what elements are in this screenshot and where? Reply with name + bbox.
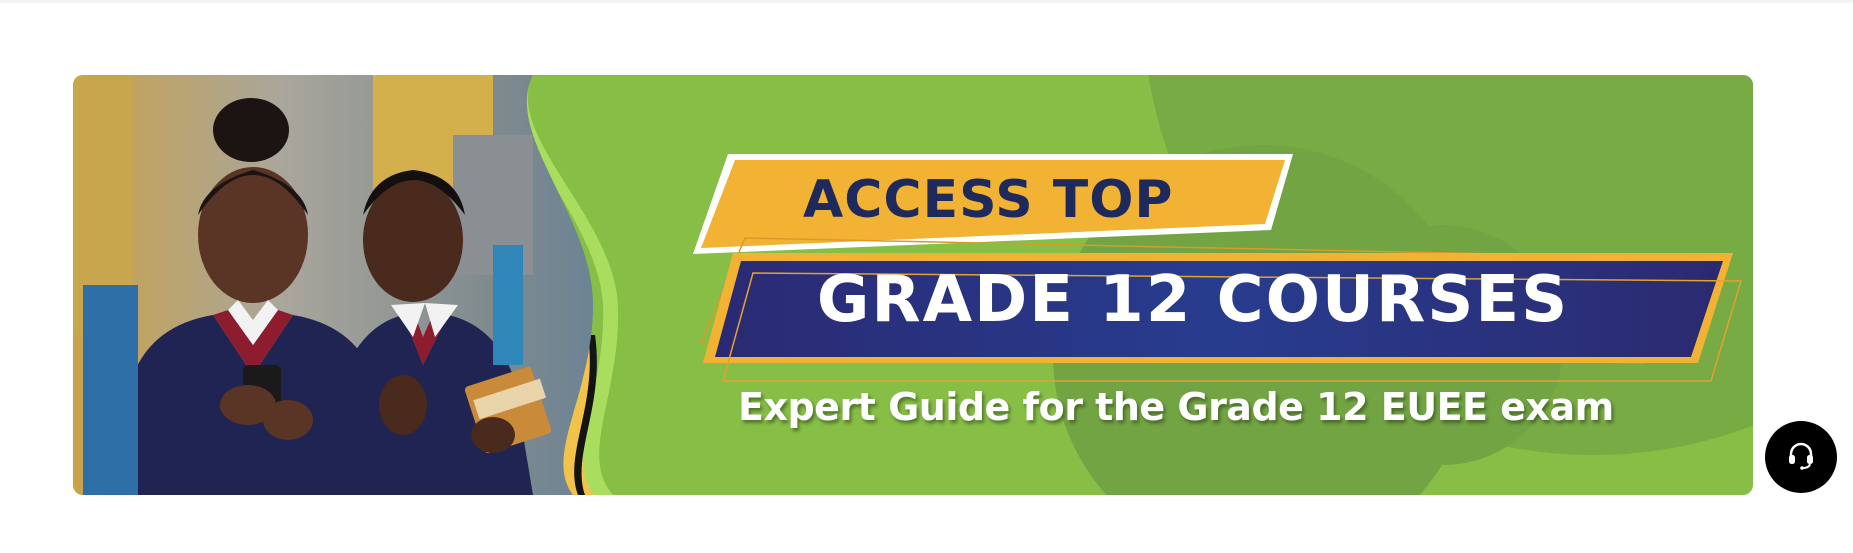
headline-top: ACCESS TOP	[803, 170, 1174, 230]
headline-main-tag: GRADE 12 COURSES	[693, 233, 1743, 383]
support-button[interactable]	[1765, 421, 1837, 493]
headset-icon	[1786, 440, 1816, 474]
top-divider	[0, 0, 1853, 3]
headline-main: GRADE 12 COURSES	[816, 263, 1570, 337]
banner-subtitle: Expert Guide for the Grade 12 EUEE exam	[738, 385, 1614, 429]
promo-banner[interactable]: ACCESS TOP GRADE 12 COURSES Expert Guide…	[73, 75, 1753, 495]
students-photo	[73, 75, 673, 495]
